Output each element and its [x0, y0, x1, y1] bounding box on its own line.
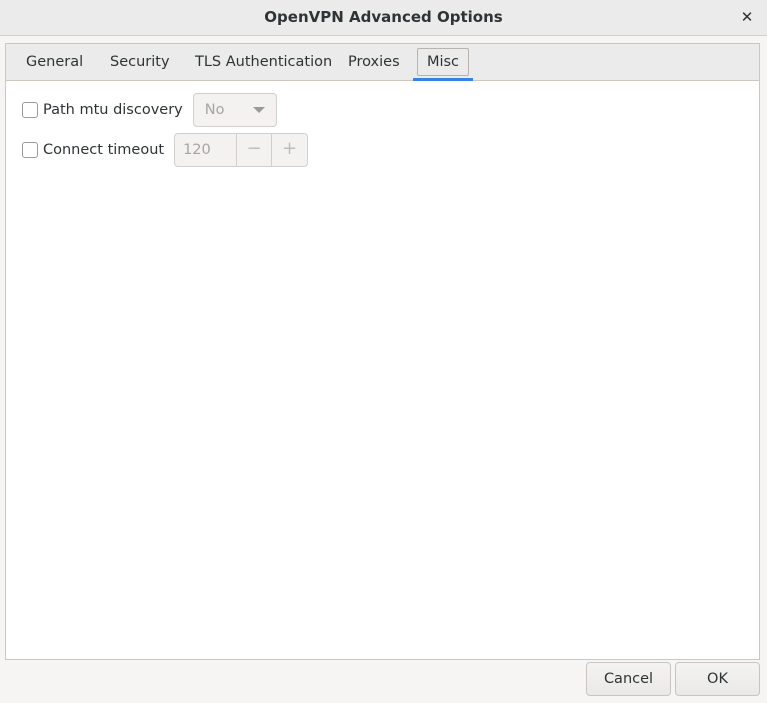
increment-button[interactable]: + [272, 134, 307, 166]
path-mtu-checkbox[interactable] [22, 102, 38, 118]
path-mtu-row: Path mtu discovery No [22, 93, 277, 127]
tab-bar: General Security TLS Authentication Prox… [6, 44, 759, 81]
chevron-down-icon [252, 107, 265, 113]
window-title: OpenVPN Advanced Options [264, 8, 503, 26]
path-mtu-label: Path mtu discovery [43, 102, 183, 118]
tab-misc[interactable]: Misc [413, 44, 473, 81]
tab-general[interactable]: General [10, 44, 99, 81]
connect-timeout-input[interactable]: 120 [175, 134, 238, 166]
title-bar: OpenVPN Advanced Options ✕ [0, 0, 767, 36]
connect-timeout-spinner: 120 − + [174, 133, 309, 167]
tab-proxies[interactable]: Proxies [332, 44, 416, 81]
path-mtu-value: No [204, 102, 225, 118]
tab-label: Security [110, 54, 170, 70]
active-tab-indicator [413, 78, 473, 81]
tab-security[interactable]: Security [94, 44, 186, 81]
path-mtu-combo[interactable]: No [192, 93, 277, 127]
connect-timeout-row: Connect timeout 120 − + [22, 133, 309, 167]
cancel-button[interactable]: Cancel [586, 662, 671, 696]
ok-button[interactable]: OK [675, 662, 760, 696]
close-icon[interactable]: ✕ [735, 6, 759, 30]
tab-label: Misc [426, 54, 460, 70]
dialog-window: OpenVPN Advanced Options ✕ General Secur… [0, 0, 767, 703]
decrement-button[interactable]: − [237, 134, 273, 166]
connect-timeout-checkbox[interactable] [22, 142, 38, 158]
connect-timeout-label: Connect timeout [43, 142, 165, 158]
tab-tls-authentication[interactable]: TLS Authentication [179, 44, 348, 81]
tab-label: Proxies [348, 54, 400, 70]
tab-label: TLS Authentication [195, 54, 333, 70]
tab-label: General [26, 54, 84, 70]
tab-notebook: General Security TLS Authentication Prox… [5, 43, 760, 660]
